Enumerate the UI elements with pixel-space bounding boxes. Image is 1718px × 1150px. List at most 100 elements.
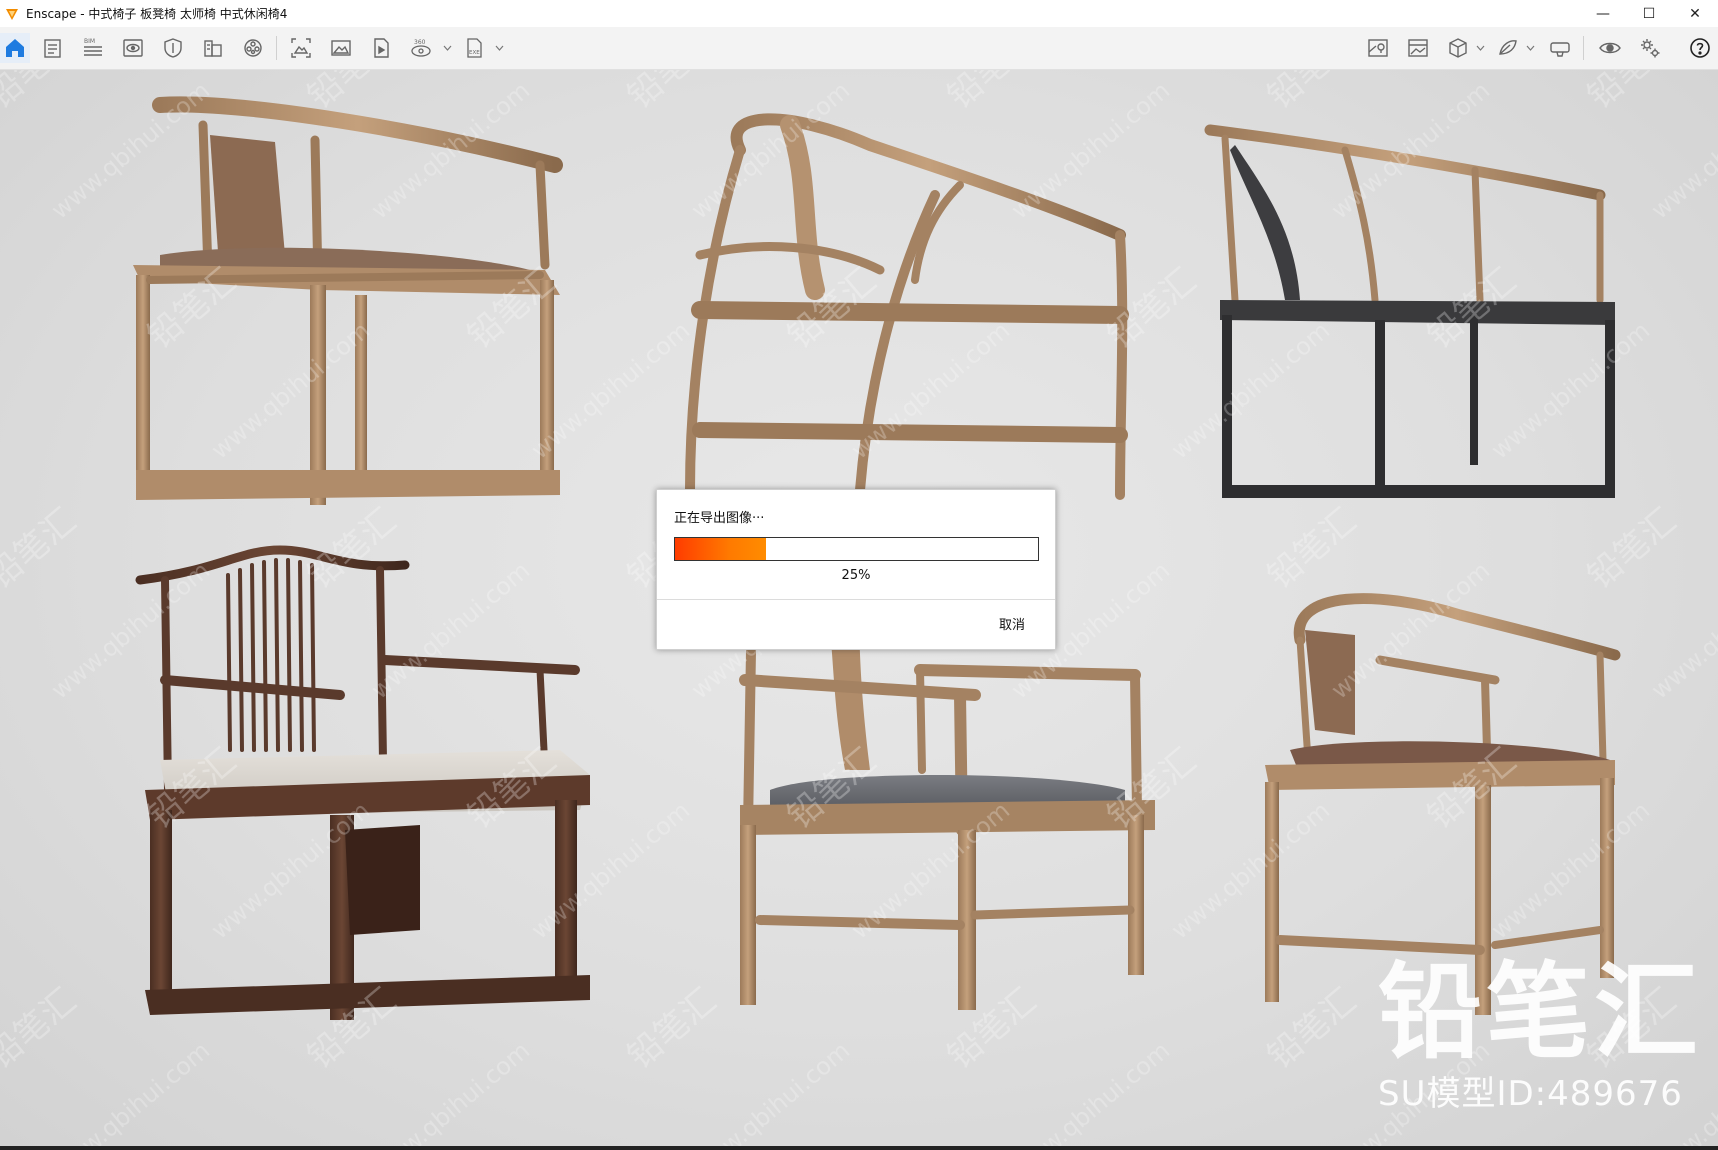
live-view-button[interactable]: [118, 33, 148, 63]
progress-percent: 25%: [841, 568, 871, 583]
exe-export-button[interactable]: EXE: [460, 33, 490, 63]
watermark-tile-url: www.qbihui.com: [366, 556, 535, 704]
maximize-button[interactable]: ☐: [1626, 0, 1672, 27]
watermark-tile-url: www.qbihui.com: [46, 76, 215, 224]
eye-view-icon: [123, 39, 143, 57]
watermark-tile-url: www.qbihui.com: [686, 76, 855, 224]
brand-watermark: 铅笔汇 SU模型ID:489676: [1378, 960, 1702, 1115]
watermark-tile-cn: 铅笔汇: [300, 501, 404, 597]
bottom-edge: [0, 1146, 1718, 1150]
watermark-tile-url: www.qbihui.com: [46, 1036, 215, 1150]
atmosphere-dropdown[interactable]: [1525, 41, 1535, 55]
watermark-tile-cn: 铅笔汇: [620, 70, 724, 117]
watermark-tile-url: www.qbihui.com: [206, 316, 375, 464]
watermark-tile-url: www.qbihui.com: [1006, 76, 1175, 224]
watermark-tile-cn: 铅笔汇: [0, 981, 84, 1077]
image-icon: [331, 40, 351, 56]
shield-button[interactable]: [158, 33, 188, 63]
chair-3: [1204, 124, 1615, 498]
cancel-button[interactable]: 取消: [999, 614, 1025, 633]
video-button[interactable]: [366, 33, 396, 63]
chevron-down-icon: [1526, 45, 1534, 51]
screenshot-button[interactable]: [286, 33, 316, 63]
watermark-tile-url: www.qbihui.com: [1326, 556, 1495, 704]
watermark-tile-url: www.qbihui.com: [526, 796, 695, 944]
panorama-360-icon: 360: [411, 39, 431, 57]
bim-icon: BIM: [84, 38, 102, 56]
video-file-icon: [374, 38, 389, 58]
toolbar: BIM 360 EXE: [0, 27, 1718, 70]
building-button[interactable]: [198, 33, 228, 63]
atmosphere-icon: [1499, 40, 1517, 55]
settings-button[interactable]: [1635, 33, 1665, 63]
watermark-tile-cn: 铅笔汇: [1580, 70, 1684, 117]
help-icon: [1690, 38, 1710, 58]
shield-icon: [164, 38, 182, 58]
watermark-tile-url: www.qbihui.com: [366, 1036, 535, 1150]
brand-name: 铅笔汇: [1378, 951, 1703, 1073]
asset-library-icon: [244, 39, 262, 57]
chevron-down-icon: [443, 45, 451, 51]
watermark-tile-url: www.qbihui.com: [1006, 1036, 1175, 1150]
chevron-down-icon: [1476, 45, 1484, 51]
cube-view-icon: [1449, 38, 1467, 58]
view-management-button[interactable]: [38, 33, 68, 63]
watermark-tile-url: www.qbihui.com: [1166, 796, 1335, 944]
asset-library-button[interactable]: [238, 33, 268, 63]
title-bar: Enscape - 中式椅子 板凳椅 太师椅 中式休闲椅4 — ☐ ✕: [0, 0, 1718, 27]
map-view-icon: [1368, 39, 1388, 57]
svg-text:360: 360: [414, 39, 426, 46]
visibility-icon: [1599, 42, 1621, 54]
bim-button[interactable]: BIM: [78, 33, 108, 63]
watermark-tile-url: www.qbihui.com: [1646, 76, 1718, 224]
settings-icon: [1641, 39, 1660, 58]
dialog-divider: [657, 599, 1055, 600]
minimize-button[interactable]: —: [1580, 0, 1626, 27]
cube-view-button[interactable]: [1443, 33, 1473, 63]
vr-headset-button[interactable]: [1545, 33, 1575, 63]
watermark-tile-url: www.qbihui.com: [1166, 316, 1335, 464]
progress-fill: [675, 538, 766, 560]
watermark-tile-cn: 铅笔汇: [1260, 501, 1364, 597]
watermark-tile-cn: 铅笔汇: [0, 501, 84, 597]
home-icon: [6, 39, 24, 57]
watermark-tile-url: www.qbihui.com: [1646, 556, 1718, 704]
watermark-tile-url: www.qbihui.com: [1486, 796, 1655, 944]
chevron-down-icon: [495, 45, 503, 51]
export-message: 正在导出图像···: [674, 511, 765, 526]
toolbar-divider: [1583, 36, 1584, 60]
close-button[interactable]: ✕: [1672, 0, 1718, 27]
watermark-tile-url: www.qbihui.com: [1486, 316, 1655, 464]
exe-export-icon: EXE: [467, 38, 482, 58]
enscape-logo-icon: [6, 8, 18, 20]
help-button[interactable]: [1685, 33, 1715, 63]
toolbar-divider: [276, 36, 277, 60]
cube-dropdown[interactable]: [1475, 41, 1485, 55]
visibility-button[interactable]: [1595, 33, 1625, 63]
atmosphere-button[interactable]: [1493, 33, 1523, 63]
map-view-button[interactable]: [1363, 33, 1393, 63]
model-id: SU模型ID:489676: [1378, 1074, 1683, 1114]
watermark-tile-cn: 铅笔汇: [1580, 501, 1684, 597]
watermark-tile-url: www.qbihui.com: [686, 1036, 855, 1150]
image-viewer-icon: [1408, 39, 1428, 57]
building-icon: [204, 40, 222, 57]
watermark-tile-cn: 铅笔汇: [0, 70, 84, 117]
image-viewer-button[interactable]: [1403, 33, 1433, 63]
document-icon: [44, 39, 61, 58]
home-button[interactable]: [0, 33, 30, 63]
svg-text:EXE: EXE: [469, 50, 480, 56]
watermark-tile-cn: 铅笔汇: [1260, 70, 1364, 117]
progress-bar: [674, 537, 1039, 561]
panorama-dropdown[interactable]: [442, 41, 452, 55]
capture-icon: [291, 38, 311, 58]
watermark-tile-cn: 铅笔汇: [620, 981, 724, 1077]
image-export-button[interactable]: [326, 33, 356, 63]
panorama-button[interactable]: 360: [406, 33, 436, 63]
window-title: Enscape - 中式椅子 板凳椅 太师椅 中式休闲椅4: [26, 7, 288, 21]
watermark-tile-cn: 铅笔汇: [940, 70, 1044, 117]
svg-text:BIM: BIM: [84, 38, 95, 45]
vr-headset-icon: [1550, 42, 1570, 57]
export-progress-dialog: 正在导出图像··· 25% 取消: [656, 489, 1056, 650]
exe-dropdown[interactable]: [494, 41, 504, 55]
